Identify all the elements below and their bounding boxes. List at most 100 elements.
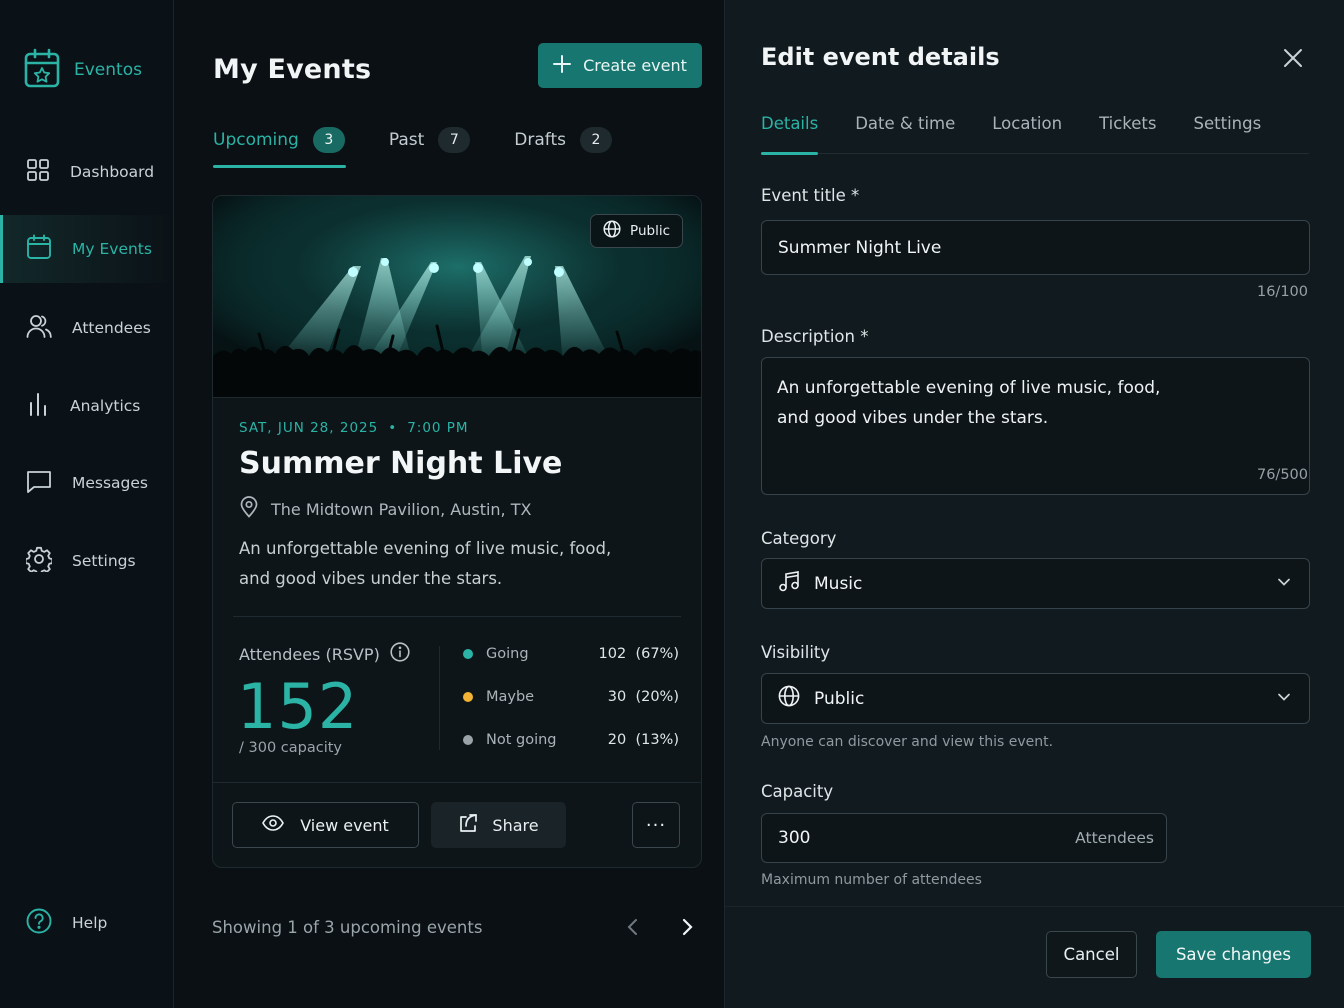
- event-location: The Midtown Pavilion, Austin, TX: [239, 496, 531, 522]
- grid-icon: [26, 158, 50, 186]
- stat-value: 30: [607, 689, 627, 705]
- eye-icon: [262, 815, 285, 835]
- bar-chart-icon: [26, 391, 50, 421]
- stat-name: Going: [486, 646, 529, 662]
- help-circle-icon: [26, 908, 52, 938]
- create-event-label: Create event: [583, 56, 687, 75]
- sidebar-item-label: Messages: [72, 474, 149, 492]
- event-date: SAT, JUN 28, 2025: [239, 420, 379, 436]
- sidebar-item-dashboard[interactable]: Dashboard: [0, 138, 173, 206]
- capacity-label: Capacity: [761, 782, 834, 801]
- sidebar-item-messages[interactable]: Messages: [0, 449, 173, 517]
- tab-tickets[interactable]: Tickets: [1099, 110, 1156, 154]
- tab-details[interactable]: Details: [761, 110, 819, 155]
- capacity-help-text: Maximum number of attendees: [761, 872, 982, 888]
- event-description: An unforgettable evening of live music, …: [239, 534, 659, 594]
- rsvp-stat-maybe: Maybe 30 (20%): [463, 689, 679, 705]
- tab-drafts[interactable]: Drafts 2: [514, 122, 612, 158]
- sidebar-item-analytics[interactable]: Analytics: [0, 372, 173, 440]
- stat-name: Not going: [486, 732, 557, 748]
- users-icon: [26, 313, 52, 343]
- cancel-button[interactable]: Cancel: [1046, 931, 1137, 978]
- event-title-input[interactable]: Summer Night Live: [761, 220, 1310, 275]
- rsvp-total: 152: [237, 670, 359, 743]
- status-dot: [463, 692, 473, 702]
- share-button[interactable]: Share: [431, 802, 566, 848]
- info-icon[interactable]: [390, 642, 410, 666]
- tab-location[interactable]: Location: [992, 110, 1062, 154]
- sidebar-item-help[interactable]: Help: [0, 889, 173, 957]
- close-icon[interactable]: [1281, 46, 1305, 74]
- category-label: Category: [761, 529, 837, 548]
- tab-upcoming[interactable]: Upcoming 3: [213, 122, 346, 168]
- count-badge: 2: [580, 127, 612, 153]
- chevron-down-icon: [1277, 689, 1291, 709]
- count-badge: 3: [312, 127, 345, 153]
- sidebar-item-settings[interactable]: Settings: [0, 527, 173, 595]
- pagination-summary: Showing 1 of 3 upcoming events: [212, 918, 483, 937]
- panel-title: Edit event details: [761, 43, 1000, 71]
- chevron-down-icon: [1277, 574, 1291, 594]
- event-title-value: Summer Night Live: [778, 237, 942, 258]
- globe-icon: [603, 220, 621, 242]
- create-event-button[interactable]: Create event: [538, 43, 702, 88]
- sidebar-item-label: Analytics: [70, 397, 141, 415]
- tab-date-time[interactable]: Date & time: [855, 110, 955, 154]
- rsvp-stat-not-going: Not going 20 (13%): [463, 732, 679, 748]
- sidebar-item-attendees[interactable]: Attendees: [0, 294, 173, 362]
- tab-past[interactable]: Past 7: [388, 122, 471, 158]
- divider: [213, 782, 701, 783]
- event-date-time: SAT, JUN 28, 2025 • 7:00 PM: [239, 420, 469, 436]
- stat-percent: (20%): [635, 689, 679, 705]
- visibility-select[interactable]: Public: [761, 673, 1310, 724]
- sidebar-item-label: Settings: [72, 552, 136, 570]
- sidebar-item-label: Attendees: [72, 319, 151, 337]
- rsvp-stat-going: Going 102 (67%): [463, 646, 679, 662]
- capacity-input[interactable]: 300 Attendees: [761, 813, 1167, 863]
- stat-value: 102: [598, 646, 627, 662]
- event-description-line: An unforgettable evening of live music, …: [239, 539, 612, 558]
- chevron-right-icon[interactable]: [676, 916, 698, 942]
- tab-settings[interactable]: Settings: [1194, 110, 1262, 154]
- events-list-area: My Events Create event Upcoming 3 Past 7…: [174, 0, 724, 1008]
- tab-label: Past: [388, 130, 425, 150]
- status-dot: [463, 735, 473, 745]
- visibility-value: Public: [814, 688, 865, 709]
- event-tabs: Upcoming 3 Past 7 Drafts 2: [213, 122, 612, 168]
- sidebar-item-label: My Events: [72, 240, 152, 258]
- brand[interactable]: Eventos: [24, 48, 142, 92]
- description-char-counter: 76/500: [1256, 467, 1308, 483]
- category-select[interactable]: Music: [761, 558, 1310, 609]
- map-pin-icon: [239, 496, 259, 522]
- edit-event-panel: Edit event details Details Date & time L…: [724, 0, 1344, 1008]
- message-icon: [26, 468, 52, 498]
- view-event-button[interactable]: View event: [232, 802, 419, 848]
- tab-label: Drafts: [514, 130, 566, 150]
- description-label: Description *: [761, 327, 869, 346]
- description-line: An unforgettable evening of live music, …: [777, 378, 1161, 398]
- capacity-value: 300: [778, 828, 811, 848]
- calendar-icon: [26, 234, 52, 264]
- category-value: Music: [814, 573, 863, 594]
- more-options-button[interactable]: ···: [632, 802, 680, 848]
- brand-name: Eventos: [74, 60, 142, 80]
- view-event-label: View event: [300, 815, 389, 835]
- app-root: Eventos Dashboard My Events Attendees An: [0, 0, 1344, 1008]
- visibility-help-text: Anyone can discover and view this event.: [761, 734, 1054, 750]
- rsvp-label-text: Attendees (RSVP): [239, 644, 380, 664]
- chevron-left-icon[interactable]: [622, 916, 644, 942]
- divider: [725, 906, 1344, 907]
- event-hero-image: Public: [213, 196, 701, 398]
- share-icon: [458, 813, 478, 837]
- save-changes-button[interactable]: Save changes: [1156, 931, 1311, 978]
- rsvp-label: Attendees (RSVP): [239, 642, 410, 666]
- event-description-line: and good vibes under the stars.: [239, 569, 503, 588]
- visibility-label: Visibility: [761, 643, 831, 662]
- visibility-badge: Public: [590, 214, 683, 248]
- sidebar-item-my-events[interactable]: My Events: [0, 215, 173, 283]
- event-time: 7:00 PM: [407, 420, 469, 436]
- description-line: and good vibes under the stars.: [777, 408, 1049, 428]
- event-title-label: Event title *: [761, 186, 860, 205]
- capacity-suffix: Attendees: [1075, 829, 1154, 847]
- panel-tabs: Details Date & time Location Tickets Set…: [761, 110, 1309, 155]
